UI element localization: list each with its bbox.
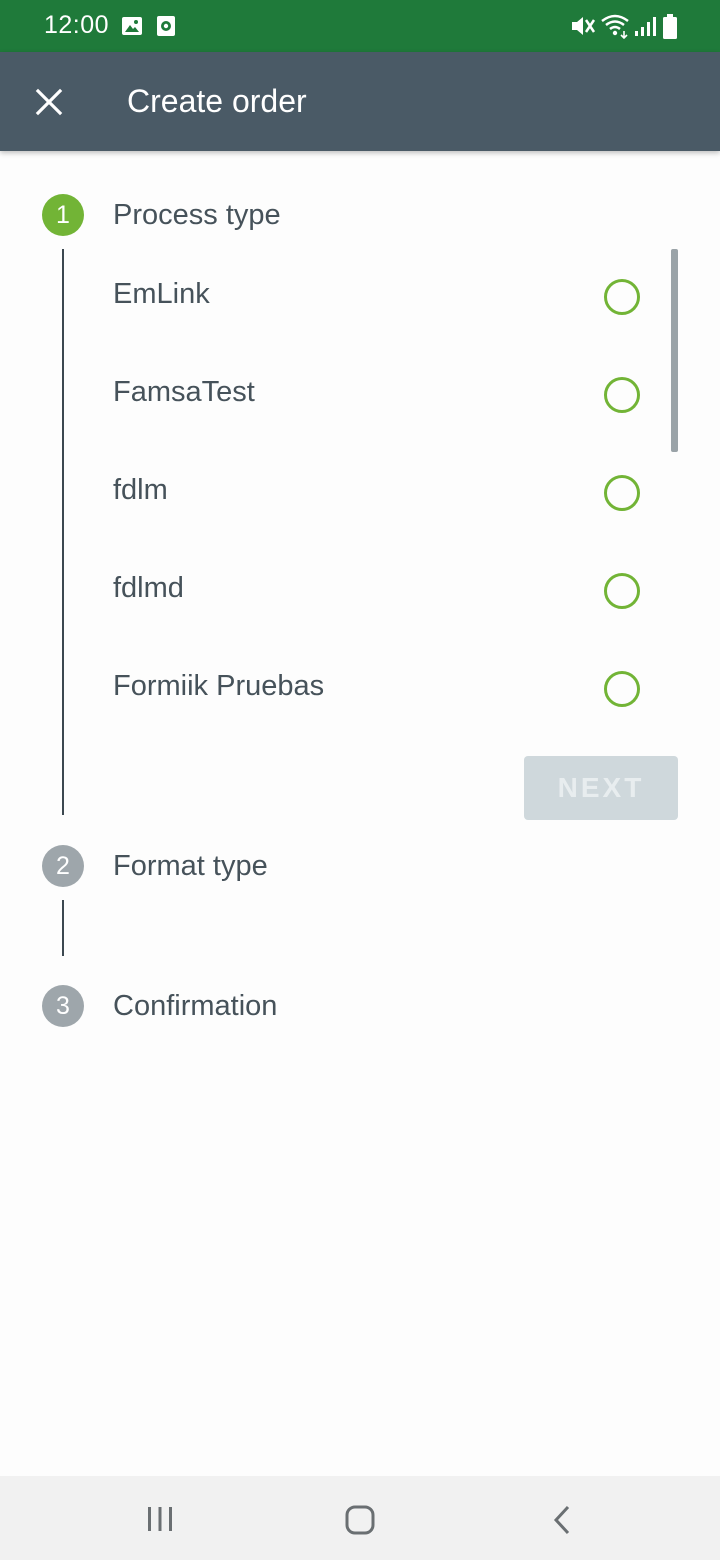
close-button[interactable]: [25, 78, 73, 126]
process-option-famsatest[interactable]: FamsaTest: [90, 347, 660, 445]
process-option-emlink[interactable]: EmLink: [90, 249, 660, 347]
home-icon: [345, 1505, 375, 1540]
battery-icon: [662, 14, 678, 45]
wifi-icon: [600, 13, 630, 44]
process-option-formiik-pruebas[interactable]: Formiik Pruebas: [90, 641, 660, 739]
back-icon: [552, 1505, 572, 1540]
radio-button[interactable]: [604, 377, 640, 413]
option-label: FamsaTest: [113, 376, 255, 408]
close-icon: [35, 88, 63, 121]
back-button[interactable]: [538, 1496, 586, 1540]
scrollbar-thumb[interactable]: [671, 249, 678, 452]
image-icon: [121, 15, 143, 42]
radio-button[interactable]: [604, 671, 640, 707]
status-bar: 12:00: [0, 0, 720, 52]
step-1-indicator: 1: [42, 194, 84, 236]
radio-button[interactable]: [604, 279, 640, 315]
recent-apps-icon: [146, 1506, 174, 1537]
process-option-fdlm[interactable]: fdlm: [90, 445, 660, 543]
home-button[interactable]: [336, 1496, 384, 1540]
option-label: Formiik Pruebas: [113, 670, 325, 702]
next-button[interactable]: NEXT: [524, 756, 678, 820]
step-3-label[interactable]: Confirmation: [113, 990, 277, 1023]
record-icon: [156, 15, 176, 42]
step-2-label[interactable]: Format type: [113, 850, 268, 883]
step-1-label[interactable]: Process type: [113, 199, 281, 232]
radio-button[interactable]: [604, 475, 640, 511]
step-2-indicator: 2: [42, 845, 84, 887]
recent-apps-button[interactable]: [136, 1496, 184, 1540]
signal-icon: [634, 15, 658, 42]
option-label: fdlmd: [113, 572, 184, 604]
system-nav-bar: [0, 1476, 720, 1560]
step-2-connector: [62, 900, 64, 956]
radio-button[interactable]: [604, 573, 640, 609]
step-1-number: 1: [56, 200, 70, 229]
step-3-indicator: 3: [42, 985, 84, 1027]
step-1-connector: [62, 249, 64, 815]
option-label: EmLink: [113, 278, 210, 310]
page-title: Create order: [127, 83, 307, 119]
mute-icon: [570, 14, 596, 43]
app-bar: Create order: [0, 52, 720, 151]
status-time: 12:00: [44, 11, 110, 39]
step-3-number: 3: [56, 991, 70, 1020]
process-option-fdlmd[interactable]: fdlmd: [90, 543, 660, 641]
step-2-number: 2: [56, 851, 70, 880]
option-label: fdlm: [113, 474, 168, 506]
